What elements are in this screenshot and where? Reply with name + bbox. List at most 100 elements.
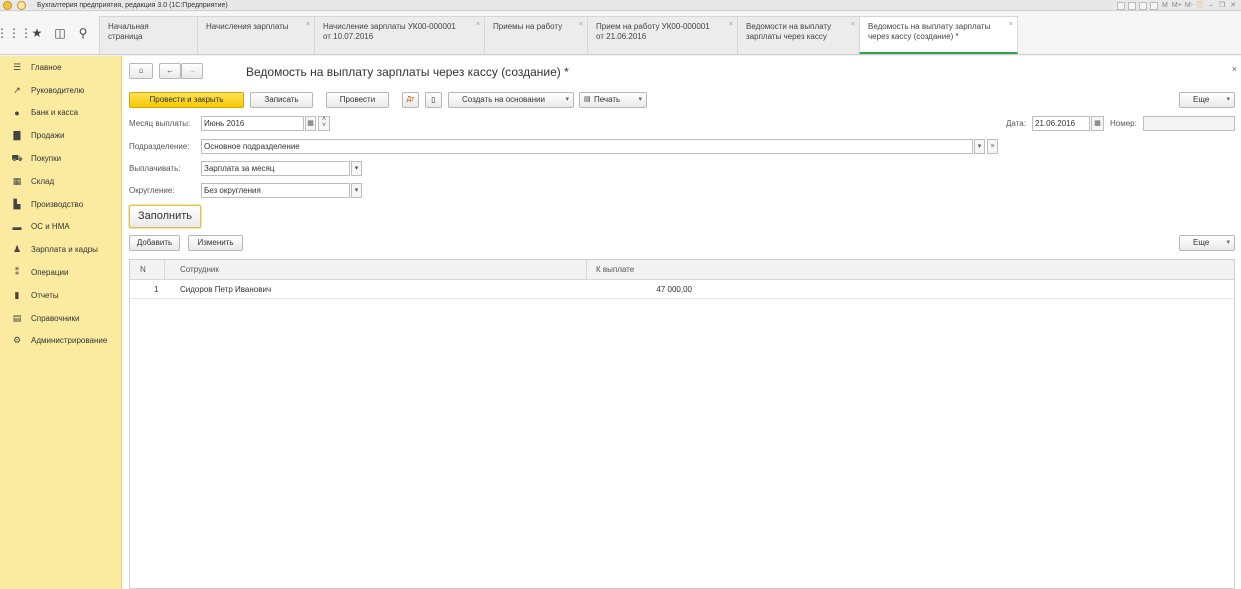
tab-payroll-statement-new[interactable]: Ведомость на выплату зарплаты через касс… bbox=[859, 16, 1018, 54]
month-stepper[interactable]: ˄ ˅ bbox=[318, 116, 330, 131]
tool-icon[interactable] bbox=[1116, 1, 1125, 10]
sidebar-item-bank[interactable]: ● Банк и касса bbox=[0, 102, 121, 125]
tab-close-icon[interactable]: × bbox=[306, 20, 310, 30]
app-logo-icon[interactable] bbox=[3, 1, 12, 10]
tab-close-icon[interactable]: × bbox=[729, 20, 733, 30]
sidebar-item-catalogs[interactable]: ▤ Справочники bbox=[0, 307, 121, 330]
employees-table[interactable]: N Сотрудник К выплате 1 Сидоров Петр Ива… bbox=[129, 259, 1235, 589]
rounding-field[interactable]: Без округления bbox=[201, 183, 350, 198]
book-icon: ▤ bbox=[12, 312, 22, 323]
column-header-employee[interactable]: Сотрудник bbox=[180, 260, 219, 280]
sidebar-item-assets[interactable]: ▬ ОС и НМА bbox=[0, 216, 121, 239]
tab-close-icon[interactable]: × bbox=[476, 20, 480, 30]
tab-hirings[interactable]: Приемы на работу × bbox=[484, 16, 588, 54]
number-label: Номер: bbox=[1110, 119, 1137, 128]
info-icon[interactable]: ⓘ bbox=[1196, 2, 1204, 10]
sidebar-item-label: Справочники bbox=[31, 313, 80, 323]
sidebar-item-admin[interactable]: ⚙ Администрирование bbox=[0, 330, 121, 353]
gear-icon: ⚙ bbox=[12, 335, 22, 346]
column-header-amount[interactable]: К выплате bbox=[596, 260, 634, 280]
date-field[interactable]: 21.06.2016 bbox=[1032, 116, 1090, 131]
sidebar-item-purchases[interactable]: ⛟ Покупки bbox=[0, 147, 121, 170]
fill-button[interactable]: Заполнить bbox=[129, 205, 201, 228]
sidebar-item-operations[interactable]: ⁑ Операции bbox=[0, 261, 121, 284]
rounding-label: Округление: bbox=[129, 186, 175, 195]
tab-close-icon[interactable]: × bbox=[579, 20, 583, 30]
history-icon[interactable]: ◫ bbox=[51, 24, 69, 42]
tab-payroll-statements[interactable]: Ведомости на выплату зарплаты через касс… bbox=[737, 16, 860, 54]
month-field[interactable]: Июнь 2016 bbox=[201, 116, 304, 131]
sidebar-item-sales[interactable]: ▇ Продажи bbox=[0, 124, 121, 147]
sidebar-item-production[interactable]: ▙ Производство bbox=[0, 193, 121, 216]
factory-icon: ▙ bbox=[13, 198, 21, 209]
pay-label: Выплачивать: bbox=[129, 164, 181, 173]
pay-dropdown-icon[interactable]: ▾ bbox=[351, 161, 362, 176]
sidebar-item-label: Отчеты bbox=[31, 290, 59, 300]
truck-icon: ▬ bbox=[12, 221, 22, 232]
division-dropdown-icon[interactable]: ▾ bbox=[974, 139, 985, 154]
dt-kt-icon[interactable]: Дт bbox=[402, 92, 419, 108]
grid-icon[interactable]: ⋮⋮⋮ bbox=[0, 24, 32, 42]
memory-minus-button[interactable]: M- bbox=[1185, 2, 1193, 10]
sidebar-item-warehouse[interactable]: ▦ Склад bbox=[0, 170, 121, 193]
table-more-button[interactable]: Еще bbox=[1179, 235, 1235, 251]
restore-icon[interactable]: ❐ bbox=[1218, 2, 1226, 10]
sections-sidebar: ☰ Главное ↗ Руководителю ● Банк и касса ▇ Пр… bbox=[0, 56, 122, 589]
memory-button[interactable]: M bbox=[1161, 2, 1169, 10]
operations-icon: ⁑ bbox=[14, 267, 20, 278]
row-amount: 47 000,00 bbox=[656, 285, 692, 294]
tool-icon[interactable] bbox=[1127, 1, 1136, 10]
sidebar-item-label: Зарплата и кадры bbox=[31, 245, 98, 255]
sidebar-item-manager[interactable]: ↗ Руководителю bbox=[0, 79, 121, 102]
document-icon[interactable]: ▯ bbox=[425, 92, 442, 108]
tab-close-icon[interactable]: × bbox=[1009, 20, 1013, 30]
minimize-icon[interactable]: – bbox=[1207, 2, 1215, 10]
forward-button[interactable]: → bbox=[181, 63, 203, 79]
tab-label: Ведомости на выплату bbox=[746, 22, 832, 31]
rounding-dropdown-icon[interactable]: ▾ bbox=[351, 183, 362, 198]
tab-salary-accruals[interactable]: Начисления зарплаты × bbox=[197, 16, 315, 54]
create-based-on-button[interactable]: Создать на основании bbox=[448, 92, 574, 108]
edit-row-button[interactable]: Изменить bbox=[188, 235, 243, 251]
column-header-n[interactable]: N bbox=[140, 260, 146, 280]
sidebar-item-salary[interactable]: ♟ Зарплата и кадры bbox=[0, 238, 121, 261]
division-clear-icon[interactable]: × bbox=[987, 139, 998, 154]
tool-icon[interactable] bbox=[1138, 1, 1147, 10]
sidebar-item-main[interactable]: ☰ Главное bbox=[0, 56, 121, 79]
division-field[interactable]: Основное подразделение bbox=[201, 139, 973, 154]
print-button[interactable]: ▤ Печать bbox=[579, 92, 647, 108]
date-calendar-icon[interactable]: ▦ bbox=[1091, 116, 1104, 131]
back-button[interactable]: ← bbox=[159, 63, 181, 79]
tab-salary-accrual-doc[interactable]: Начисление зарплаты УК00-000001 от 10.07… bbox=[314, 16, 485, 54]
main-menu-icon[interactable] bbox=[17, 1, 26, 10]
tab-hiring-doc[interactable]: Прием на работу УК00-000001 от 21.06.201… bbox=[587, 16, 738, 54]
calendar-icon[interactable]: ▦ bbox=[305, 116, 316, 131]
pay-field[interactable]: Зарплата за месяц bbox=[201, 161, 350, 176]
tab-home[interactable]: Начальная страница bbox=[99, 16, 198, 54]
tab-close-icon[interactable]: × bbox=[851, 20, 855, 30]
more-button[interactable]: Еще bbox=[1179, 92, 1235, 108]
save-button[interactable]: Записать bbox=[250, 92, 313, 108]
person-icon: ♟ bbox=[12, 244, 22, 255]
arrow-right-icon: → bbox=[188, 66, 196, 75]
search-icon[interactable]: ⚲ bbox=[74, 24, 92, 42]
division-label: Подразделение: bbox=[129, 142, 190, 151]
sidebar-item-label: Покупки bbox=[31, 154, 62, 164]
post-and-close-button[interactable]: Провести и закрыть bbox=[129, 92, 244, 108]
warehouse-icon: ▦ bbox=[12, 175, 22, 186]
memory-plus-button[interactable]: M+ bbox=[1172, 2, 1182, 10]
star-icon[interactable]: ★ bbox=[28, 24, 46, 42]
sidebar-item-reports[interactable]: ▮ Отчеты bbox=[0, 284, 121, 307]
number-field[interactable] bbox=[1143, 116, 1235, 131]
tool-icon[interactable] bbox=[1149, 1, 1158, 10]
add-row-button[interactable]: Добавить bbox=[129, 235, 180, 251]
title-bar: Бухгалтерия предприятия, редакция 3.0 (1… bbox=[0, 0, 1241, 11]
close-window-icon[interactable]: ✕ bbox=[1229, 2, 1237, 10]
post-button[interactable]: Провести bbox=[326, 92, 389, 108]
home-button[interactable]: ⌂ bbox=[129, 63, 153, 79]
function-icon-bar: ⋮⋮⋮ ★ ◫ ⚲ bbox=[0, 12, 99, 54]
sidebar-item-label: Главное bbox=[31, 62, 62, 72]
table-row[interactable]: 1 Сидоров Петр Иванович 47 000,00 bbox=[130, 281, 1234, 299]
tab-label: Ведомость на выплату зарплаты bbox=[868, 22, 991, 31]
close-form-icon[interactable]: × bbox=[1232, 64, 1237, 74]
